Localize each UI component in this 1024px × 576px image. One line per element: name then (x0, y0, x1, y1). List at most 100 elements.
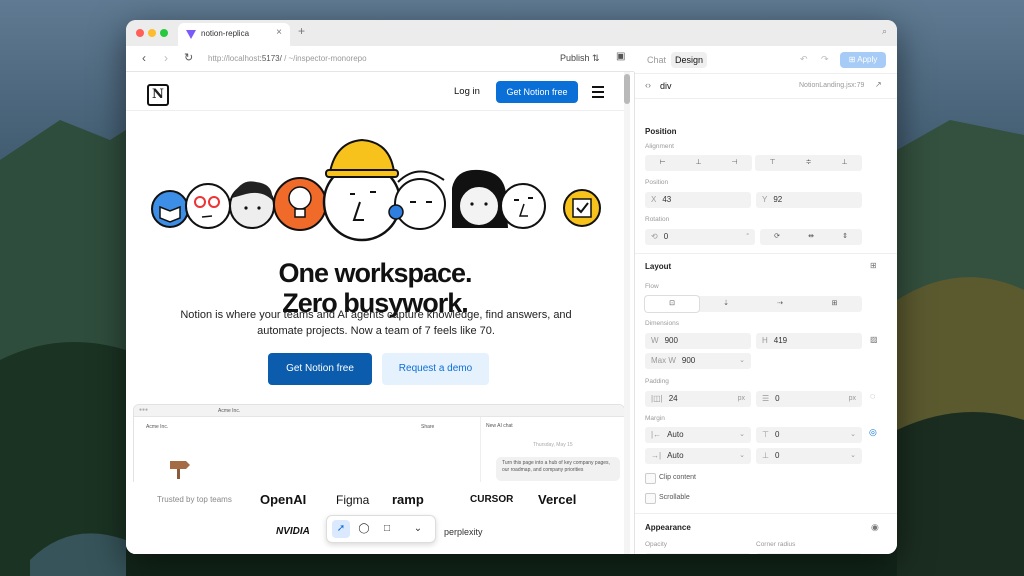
frame-square-icon[interactable]: □ (378, 520, 396, 538)
chevron-down-icon[interactable]: ⌄ (409, 520, 427, 538)
flow-grid-icon[interactable]: ⊞ (807, 296, 862, 312)
margin-left-input[interactable]: |← Auto ⌄ (645, 427, 751, 443)
margin-right-input[interactable]: →| Auto ⌄ (645, 448, 751, 464)
forward-arrow-icon[interactable]: › (164, 51, 168, 65)
minimize-window-button[interactable] (148, 29, 156, 37)
rotation-input[interactable]: ⟲ 0 ° (645, 229, 755, 245)
position-x-input[interactable]: X 43 (645, 192, 751, 208)
padding-horizontal-input[interactable]: |◫| 24 px (645, 391, 751, 407)
login-link[interactable]: Log in (454, 86, 480, 97)
margin-bottom-input[interactable]: ⊥ 0 ⌄ (756, 448, 862, 464)
mock-browser-bar: ●●● Acme Inc. (134, 405, 624, 417)
flow-label: Flow (645, 283, 659, 290)
padding-vertical-icon: ☰ (762, 394, 770, 403)
nvidia-logo: NVIDIA (276, 526, 310, 537)
align-right-icon[interactable]: ⊣ (717, 155, 752, 171)
hero-request-demo-button[interactable]: Request a demo (382, 353, 489, 385)
eye-icon[interactable]: ◉ (871, 522, 879, 533)
clip-content-checkbox[interactable] (645, 473, 656, 484)
align-center-icon[interactable]: ⊥ (681, 155, 716, 171)
browser-tab[interactable]: notion-replica × (178, 23, 290, 46)
mock-chat-title: New AI chat (486, 423, 513, 429)
tab-close-icon[interactable]: × (276, 27, 282, 38)
auto-layout-icon[interactable]: ⊞ (870, 261, 877, 270)
section-divider (635, 513, 897, 514)
maximize-window-button[interactable] (160, 29, 168, 37)
position-section-title: Position (645, 127, 677, 136)
mock-chat-bubble: Turn this page into a hub of key company… (496, 457, 620, 481)
tab-chat[interactable]: Chat (643, 52, 670, 68)
notion-logo[interactable]: N (147, 84, 169, 106)
clip-content-label: Clip content (659, 474, 696, 481)
tab-bar: notion-replica × + ⌕ (126, 20, 897, 46)
redo-icon[interactable]: ↷ (821, 54, 829, 65)
comment-icon[interactable]: ◯ (355, 520, 373, 538)
margin-top-icon: ⊤ (762, 430, 769, 439)
padding-h-value: 24 (668, 394, 678, 403)
chevron-down-icon: ⌄ (850, 452, 856, 459)
chevron-down-icon: ⌄ (739, 357, 745, 364)
padding-individual-icon[interactable]: ◌ (870, 391, 875, 401)
align-left-icon[interactable]: ⊢ (645, 155, 680, 171)
browser-toolbar: ‹ › ↻ http://localhost:5173/ / ~/inspect… (126, 46, 634, 72)
align-middle-icon[interactable]: ≑ (791, 155, 826, 171)
undo-icon[interactable]: ↶ (800, 54, 808, 65)
plain-character-icon (500, 183, 546, 229)
flip-horizontal-icon[interactable]: ⇹ (794, 229, 828, 245)
margin-label: Margin (645, 415, 665, 422)
select-cursor-icon[interactable]: ➚ (332, 520, 350, 538)
rotation-value: 0 (663, 232, 669, 241)
margin-right-value: Auto (667, 451, 684, 460)
margin-individual-icon[interactable]: ◎ (869, 427, 877, 438)
code-icon: ‹› (645, 80, 651, 90)
image-fit-icon[interactable]: ▨ (870, 335, 878, 344)
address-bar[interactable]: http://localhost:5173/ / ~/inspector-mon… (208, 54, 367, 63)
max-width-input[interactable]: Max W 900 ⌄ (645, 353, 751, 369)
mock-share-label: Share (421, 424, 435, 430)
corner-radius-input[interactable]: ⌜0 (756, 553, 862, 554)
appearance-section-title: Appearance (645, 523, 691, 532)
new-tab-button[interactable]: + (298, 24, 305, 38)
position-y-input[interactable]: Y 92 (756, 192, 862, 208)
maxw-value: 900 (681, 356, 696, 365)
mock-tab-title: Acme Inc. (218, 408, 241, 414)
back-arrow-icon[interactable]: ‹ (142, 51, 146, 65)
nav-get-notion-free-button[interactable]: Get Notion free (496, 81, 578, 103)
align-top-icon[interactable]: ⊤ (755, 155, 790, 171)
source-file-link[interactable]: NotionLanding.jsx:79 (799, 82, 864, 89)
opacity-input[interactable]: ▦100% (645, 553, 751, 554)
menu-hamburger-icon[interactable] (592, 86, 604, 101)
publish-button[interactable]: Publish ⇅ (560, 53, 600, 64)
padding-h-unit: px (737, 395, 745, 402)
rotate-90-icon[interactable]: ⟳ (760, 229, 794, 245)
height-input[interactable]: H 419 (756, 333, 862, 349)
flow-horizontal-icon[interactable]: ⇢ (753, 296, 807, 312)
transform-group: ⟳ ⇹ ⇕ (760, 229, 862, 245)
flow-free-icon[interactable]: ⊡ (645, 296, 699, 312)
hero-get-notion-free-button[interactable]: Get Notion free (268, 353, 372, 385)
url-port: :5173/ (259, 54, 282, 63)
tab-design[interactable]: Design (671, 52, 708, 68)
reload-icon[interactable]: ↻ (184, 51, 193, 64)
flow-group: ⊡ ⇣ ⇢ ⊞ (645, 296, 862, 312)
sidebar-toggle-icon[interactable]: ▣ (616, 51, 625, 62)
mock-page-title: Acme Inc. (146, 424, 169, 430)
scrollable-label: Scrollable (659, 494, 690, 501)
external-link-icon[interactable]: ↗ (875, 80, 882, 89)
close-window-button[interactable] (136, 29, 144, 37)
browser-window: notion-replica × + ⌕ ‹ › ↻ http://localh… (126, 20, 897, 554)
width-input[interactable]: W 900 (645, 333, 751, 349)
window-menu-icon[interactable]: ⌕ (882, 26, 887, 37)
flow-vertical-icon[interactable]: ⇣ (699, 296, 753, 312)
scrollbar-thumb[interactable] (624, 74, 630, 104)
scrollable-checkbox[interactable] (645, 493, 656, 504)
openai-logo: OpenAI (260, 492, 307, 507)
padding-vertical-input[interactable]: ☰ 0 px (756, 391, 862, 407)
nav-divider (126, 110, 624, 111)
flip-vertical-icon[interactable]: ⇕ (828, 229, 862, 245)
align-bottom-icon[interactable]: ⊥ (827, 155, 862, 171)
preview-scrollbar[interactable] (624, 72, 630, 554)
apply-icon: ⊞ (848, 55, 856, 64)
apply-button[interactable]: ⊞ Apply (840, 52, 886, 68)
margin-top-input[interactable]: ⊤ 0 ⌄ (756, 427, 862, 443)
